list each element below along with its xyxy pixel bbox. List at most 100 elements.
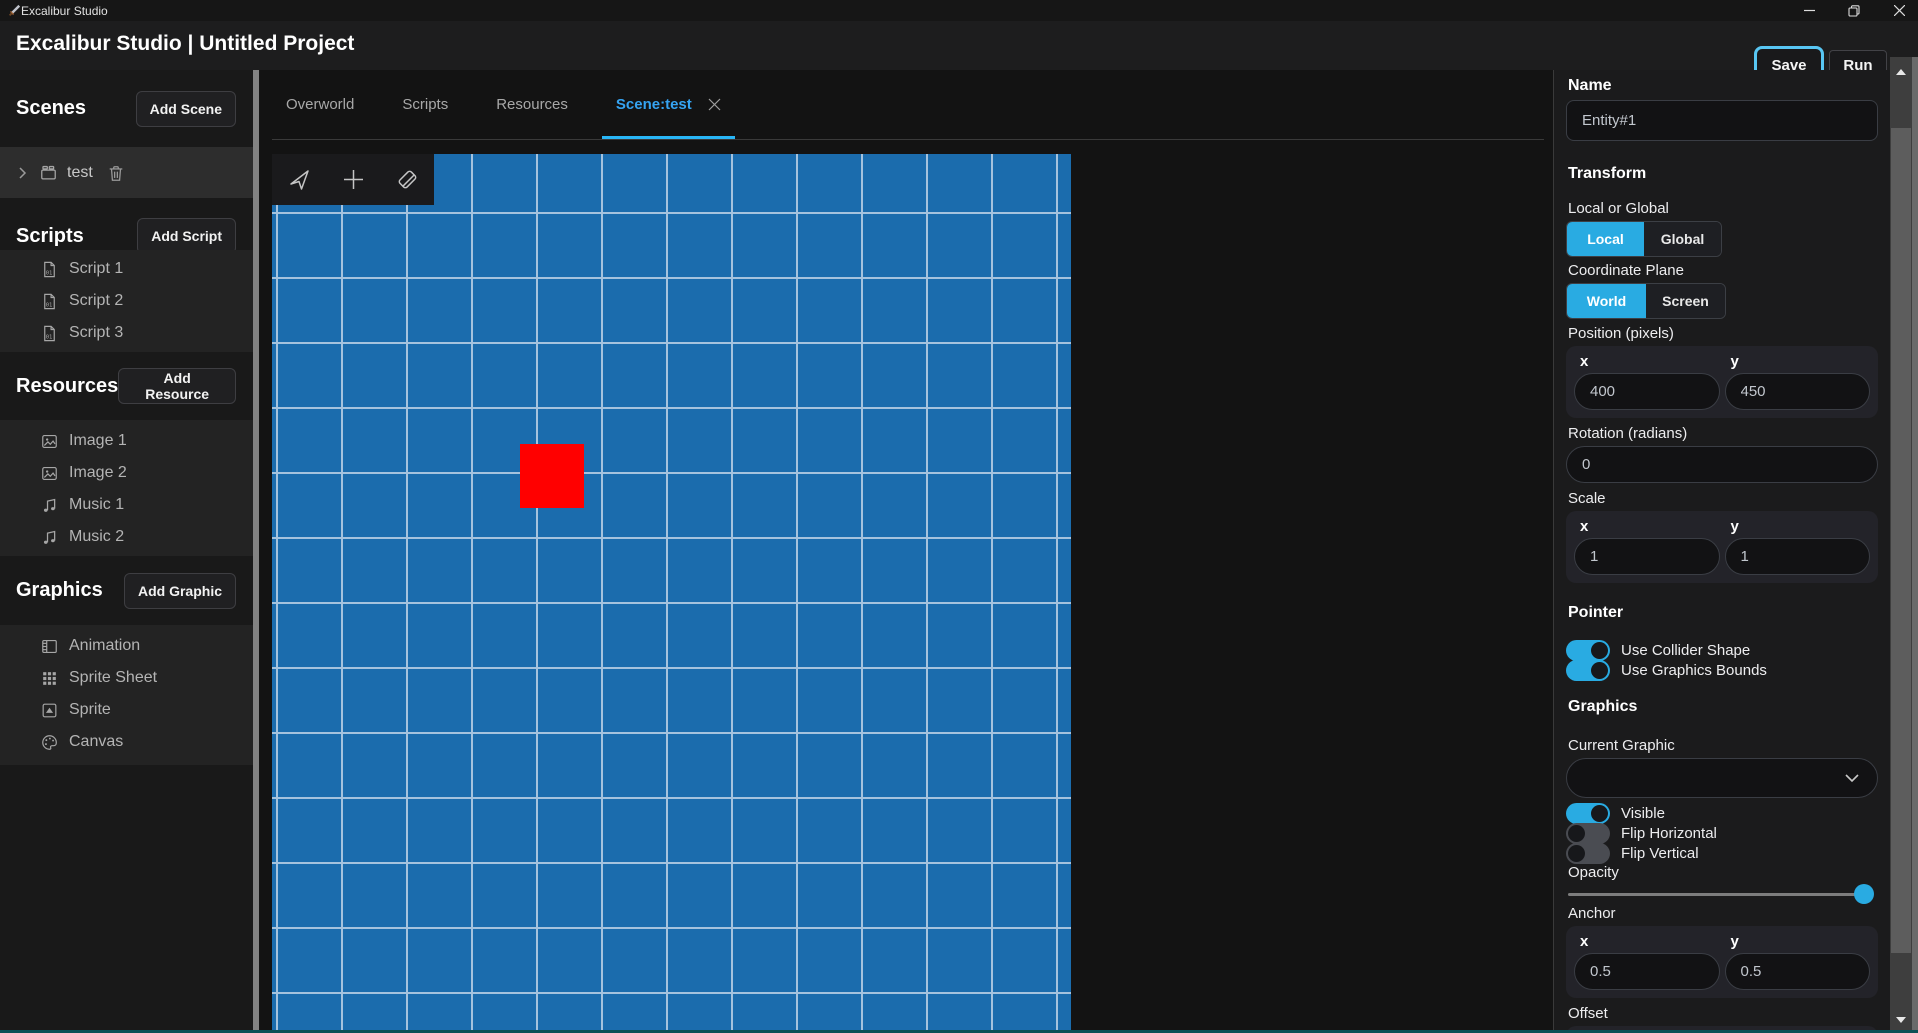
- scenes-section-header: Scenes Add Scene: [0, 70, 253, 147]
- toggle-label: Use Graphics Bounds: [1621, 662, 1767, 679]
- list-item-sprite-sheet[interactable]: Sprite Sheet: [0, 662, 253, 694]
- anchor-x-label: x: [1580, 933, 1720, 950]
- list-item-sprite[interactable]: Sprite: [0, 694, 253, 726]
- select-tool-icon[interactable]: [277, 158, 321, 202]
- add-tool-icon[interactable]: [331, 158, 375, 202]
- visible-toggle[interactable]: [1566, 803, 1610, 824]
- position-x-input[interactable]: [1574, 373, 1720, 410]
- entity-name-input[interactable]: [1566, 100, 1878, 141]
- script-file-icon: 01: [40, 324, 59, 343]
- anchor-group: x y: [1566, 926, 1878, 998]
- tab-scripts[interactable]: Scripts: [388, 70, 462, 139]
- eraser-tool-icon[interactable]: [385, 158, 429, 202]
- resources-heading: Resources: [16, 375, 118, 398]
- toggle-label: Visible: [1621, 805, 1665, 822]
- toggle-label: Use Collider Shape: [1621, 642, 1750, 659]
- tab-overworld[interactable]: Overworld: [272, 70, 368, 139]
- add-graphic-button[interactable]: Add Graphic: [124, 573, 236, 609]
- svg-text:01: 01: [46, 270, 53, 276]
- item-label: Script 3: [69, 324, 123, 342]
- flip-vertical-row: Flip Vertical: [1566, 843, 1878, 863]
- entity-rectangle[interactable]: [520, 444, 584, 508]
- position-y-input[interactable]: [1725, 373, 1871, 410]
- scroll-up-icon[interactable]: [1896, 69, 1906, 75]
- minimize-button[interactable]: [1783, 0, 1828, 21]
- scripts-list: 01 Script 1 01 Script 2 01 Script 3: [0, 250, 253, 352]
- main-area: Overworld Scripts Resources Scene:test: [259, 70, 1553, 1033]
- anchor-y-label: y: [1731, 933, 1871, 950]
- use-graphics-bounds-row: Use Graphics Bounds: [1566, 660, 1878, 680]
- list-item-image-1[interactable]: Image 1: [0, 425, 253, 457]
- anchor-label: Anchor: [1568, 905, 1878, 922]
- list-item-canvas[interactable]: Canvas: [0, 726, 253, 758]
- scroll-down-icon[interactable]: [1896, 1017, 1906, 1023]
- anchor-x-input[interactable]: [1574, 953, 1720, 990]
- use-graphics-bounds-toggle[interactable]: [1566, 660, 1610, 681]
- tab-resources[interactable]: Resources: [482, 70, 582, 139]
- app-title: Excalibur Studio: [21, 4, 108, 18]
- close-button[interactable]: [1873, 0, 1918, 21]
- scale-x-input[interactable]: [1574, 538, 1720, 575]
- list-item-animation[interactable]: Animation: [0, 630, 253, 662]
- item-label: Script 2: [69, 292, 123, 310]
- filmstrip-icon: [40, 637, 59, 656]
- sprite-icon: [40, 701, 59, 720]
- scene-icon: [39, 163, 58, 182]
- scale-label: Scale: [1568, 490, 1878, 507]
- vertical-scrollbar[interactable]: [1890, 57, 1918, 1033]
- segment-world[interactable]: World: [1567, 284, 1646, 318]
- anchor-y-input[interactable]: [1725, 953, 1871, 990]
- scenes-heading: Scenes: [16, 97, 136, 120]
- flip-vertical-toggle[interactable]: [1566, 843, 1610, 864]
- name-label: Name: [1568, 77, 1878, 95]
- position-label: Position (pixels): [1568, 325, 1878, 342]
- graphics-heading: Graphics: [16, 579, 124, 602]
- project-title: Excalibur Studio | Untitled Project: [16, 32, 354, 56]
- script-file-icon: 01: [40, 292, 59, 311]
- scale-y-label: y: [1731, 518, 1871, 535]
- position-x-label: x: [1580, 353, 1720, 370]
- list-item-music-2[interactable]: Music 2: [0, 521, 253, 553]
- scene-canvas[interactable]: [272, 154, 1071, 1033]
- image-icon: [40, 432, 59, 451]
- add-script-button[interactable]: Add Script: [137, 218, 236, 254]
- segment-screen[interactable]: Screen: [1646, 284, 1725, 318]
- list-item-script-1[interactable]: 01 Script 1: [0, 253, 253, 285]
- current-graphic-select[interactable]: [1566, 758, 1878, 798]
- segment-global[interactable]: Global: [1644, 222, 1721, 256]
- coordinate-plane-label: Coordinate Plane: [1568, 262, 1878, 279]
- rotation-input[interactable]: [1566, 446, 1878, 483]
- opacity-slider[interactable]: [1568, 884, 1874, 904]
- list-item-script-2[interactable]: 01 Script 2: [0, 285, 253, 317]
- flip-horizontal-row: Flip Horizontal: [1566, 823, 1878, 843]
- slider-thumb[interactable]: [1854, 884, 1874, 904]
- scripts-heading: Scripts: [16, 225, 137, 248]
- graphics-heading: Graphics: [1568, 698, 1878, 716]
- list-item-script-3[interactable]: 01 Script 3: [0, 317, 253, 349]
- use-collider-shape-row: Use Collider Shape: [1566, 640, 1878, 660]
- item-label: Sprite: [69, 701, 111, 719]
- chevron-down-icon: [1845, 773, 1859, 783]
- add-scene-button[interactable]: Add Scene: [136, 91, 236, 127]
- tab-close-icon[interactable]: [708, 98, 721, 111]
- segment-local[interactable]: Local: [1567, 222, 1644, 256]
- scene-list-item-test[interactable]: test: [0, 147, 253, 198]
- script-file-icon: 01: [40, 260, 59, 279]
- chevron-right-icon[interactable]: [15, 166, 29, 180]
- list-item-music-1[interactable]: Music 1: [0, 489, 253, 521]
- position-group: x y: [1566, 346, 1878, 418]
- use-collider-shape-toggle[interactable]: [1566, 640, 1610, 661]
- restore-button[interactable]: [1828, 0, 1873, 21]
- add-resource-button[interactable]: Add Resource: [118, 368, 236, 404]
- toggle-knob: [1568, 825, 1585, 842]
- list-item-image-2[interactable]: Image 2: [0, 457, 253, 489]
- trash-icon[interactable]: [107, 164, 125, 182]
- music-icon: [40, 528, 59, 547]
- tab-scene-test[interactable]: Scene:test: [602, 70, 735, 139]
- tab-bar: Overworld Scripts Resources Scene:test: [272, 70, 1544, 140]
- scale-y-input[interactable]: [1725, 538, 1871, 575]
- image-icon: [40, 464, 59, 483]
- item-label: Animation: [69, 637, 140, 655]
- flip-horizontal-toggle[interactable]: [1566, 823, 1610, 844]
- scrollbar-thumb[interactable]: [1891, 128, 1911, 953]
